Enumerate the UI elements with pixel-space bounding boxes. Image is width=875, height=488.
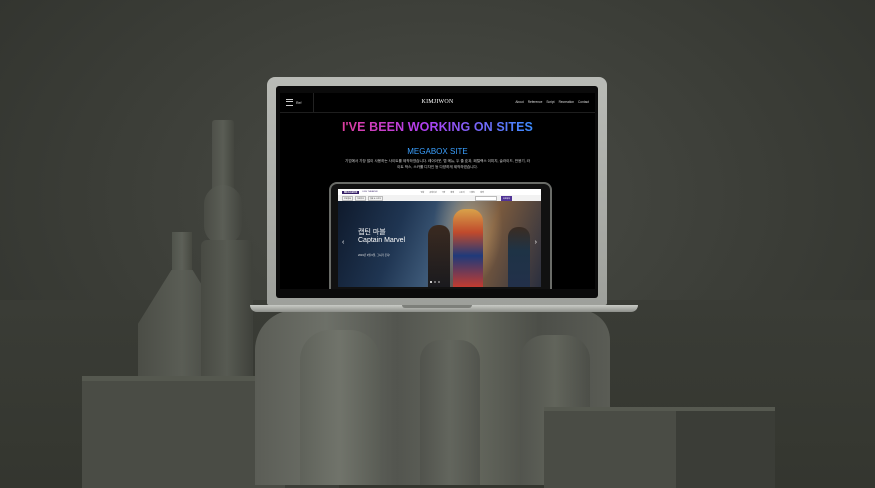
slide-dot[interactable]	[430, 281, 432, 283]
cloth-fold	[300, 330, 380, 485]
laptop-screen: Ref KIMJIWON About Reference Script Recr…	[280, 93, 595, 289]
megabox-menu: 영화 큐레이션 극장 예매 스토어 이벤트 혜택	[421, 191, 484, 194]
chevron-left-icon[interactable]: ‹	[342, 239, 344, 246]
site-header: Ref KIMJIWON About Reference Script Recr…	[280, 93, 595, 113]
megabox-logo[interactable]: MEGABOX	[342, 190, 360, 194]
menu-button[interactable]: Ref	[286, 98, 316, 107]
megabox-tagline: LIFE THEATER	[362, 191, 378, 193]
site-nav: About Reference Script Recreation Contac…	[515, 100, 589, 104]
slide-dot[interactable]	[438, 281, 440, 283]
megabox-menu-item[interactable]: 극장	[442, 191, 446, 194]
slide-indicator	[430, 281, 440, 283]
megabox-subnav-item[interactable]: 큐레이션	[354, 195, 366, 201]
tall-vase	[201, 240, 253, 382]
nav-reference[interactable]: Reference	[528, 100, 543, 104]
hero-character	[508, 227, 530, 287]
laptop-notch	[402, 305, 472, 308]
nav-script[interactable]: Script	[546, 100, 554, 104]
preview-device: MEGABOX LIFE THEATER 영화 큐레이션 극장 예매 스토어 이…	[329, 182, 552, 289]
hero-character	[453, 209, 483, 287]
hamburger-icon	[286, 99, 293, 106]
nav-recreation[interactable]: Recreation	[559, 100, 574, 104]
megabox-menu-item[interactable]: 큐레이션	[429, 191, 436, 194]
preview-screen[interactable]: MEGABOX LIFE THEATER 영화 큐레이션 극장 예매 스토어 이…	[338, 189, 541, 287]
nav-contact[interactable]: Contact	[578, 100, 589, 104]
slide-dot[interactable]	[434, 281, 436, 283]
megabox-subnav-item[interactable]: 영화 & 스토어	[367, 195, 383, 201]
megabox-subnav-item[interactable]: 전체영화	[342, 195, 353, 201]
header-divider	[313, 93, 314, 112]
hero-character	[428, 225, 450, 287]
right-pedestal-side	[676, 411, 775, 488]
quick-booking-button[interactable]: 빠른예매	[500, 195, 512, 201]
page-headline: I'VE BEEN WORKING ON SITES	[280, 120, 595, 134]
hero-title-korean: 캡틴 마블	[358, 229, 386, 236]
site-logo[interactable]: KIMJIWON	[400, 99, 475, 105]
nav-about[interactable]: About	[515, 100, 523, 104]
hero-subtitle: 2019년 3월 6일, 그녀가 온다!	[358, 254, 391, 257]
chevron-right-icon[interactable]: ›	[535, 239, 537, 246]
cloth-fold	[420, 340, 480, 485]
megabox-menu-item[interactable]: 이벤트	[470, 191, 476, 194]
megabox-search-input[interactable]	[474, 195, 497, 201]
section-title: MEGABOX SITE	[407, 147, 468, 156]
megabox-menu-item[interactable]: 영화	[421, 191, 425, 194]
hero-banner[interactable]: 캡틴 마블 Captain Marvel 2019년 3월 6일, 그녀가 온다…	[338, 201, 541, 287]
section-description: 기업에서 가장 많이 사용하는 사이트를 제작하였습니다. 레이아웃, 탭 메뉴…	[345, 159, 530, 169]
hero-title-english: Captain Marvel	[358, 237, 406, 244]
megabox-menu-item[interactable]: 예매	[450, 191, 454, 194]
megabox-menu-item[interactable]: 혜택	[480, 191, 484, 194]
megabox-menu-item[interactable]: 스토어	[459, 191, 465, 194]
tall-vase-bulb	[204, 185, 242, 245]
menu-label: Ref	[296, 100, 302, 105]
